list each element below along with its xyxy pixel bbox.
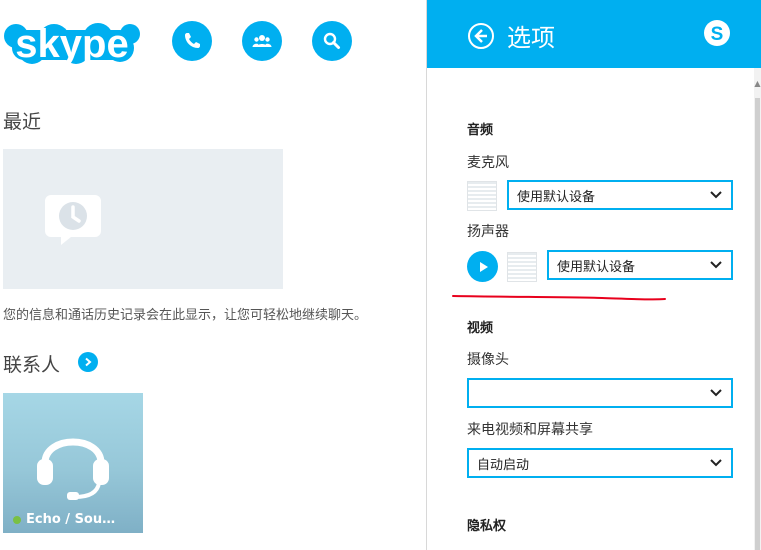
microphone-select-value: 使用默认设备 [517,189,596,205]
contacts-title[interactable]: 联系人 [3,350,60,377]
people-icon [252,35,272,47]
chevron-down-icon [710,389,722,397]
camera-select[interactable] [467,378,733,408]
skype-logo: skype [2,10,142,74]
logo-text: skype [15,22,128,66]
microphone-label: 麦克风 [467,155,509,171]
recent-info-text: 您的信息和通话历史记录会在此显示，让您可轻松地继续聊天。 [3,308,368,323]
privacy-heading: 隐私权 [467,519,507,534]
search-icon [323,32,340,49]
chevron-down-icon [710,261,722,269]
speaker-select[interactable]: 使用默认设备 [547,250,733,280]
video-heading: 视频 [467,321,494,336]
options-scrollbar[interactable] [754,68,761,550]
recent-title: 最近 [3,111,42,133]
contacts-expand-button[interactable] [78,352,98,372]
contact-name-text: Echo / Sou… [26,512,116,527]
online-status-dot [13,515,21,524]
contact-name: Echo / Sou… [13,512,115,527]
options-panel: 选项 S ▲ 音频 麦克风 使用默认设备 扬声器 使用默认设备 视频 摄像头 来… [426,0,761,550]
headset-icon [37,438,109,500]
incoming-video-label: 来电视频和屏幕共享 [467,422,593,438]
options-header: 选项 S [427,0,761,68]
chevron-down-icon [710,191,722,199]
main-pane: skype 最近 您的信息和通话历史记录会在此显示，让您可轻松地继续聊天。 联系… [0,0,426,550]
chevron-right-icon [85,357,92,367]
options-title: 选项 [507,24,555,52]
chevron-down-icon [710,459,722,467]
speaker-level-meter [507,252,537,282]
svg-text:S: S [711,24,724,45]
microphone-level-meter [467,181,497,211]
incoming-video-select[interactable]: 自动启动 [467,448,733,478]
speaker-test-play-button[interactable] [467,251,498,282]
back-arrow-icon [468,23,494,49]
annotation-red-underline [452,295,666,301]
speaker-label: 扬声器 [467,224,509,240]
camera-label: 摄像头 [467,352,509,368]
scroll-up-arrow-icon[interactable]: ▲ [754,78,761,90]
phone-icon [185,33,200,48]
play-icon [479,261,488,272]
search-button[interactable] [312,21,352,61]
contacts-button[interactable] [242,21,282,61]
chat-clock-icon [45,195,101,245]
skype-icon: S [701,17,733,49]
back-button[interactable] [467,22,495,50]
audio-heading: 音频 [467,123,494,138]
speaker-select-value: 使用默认设备 [557,259,636,275]
incoming-video-select-value: 自动启动 [477,457,530,473]
contact-tile-echo[interactable]: Echo / Sou… [3,393,143,533]
microphone-select[interactable]: 使用默认设备 [507,180,733,210]
call-button[interactable] [172,21,212,61]
recent-placeholder [3,149,283,289]
